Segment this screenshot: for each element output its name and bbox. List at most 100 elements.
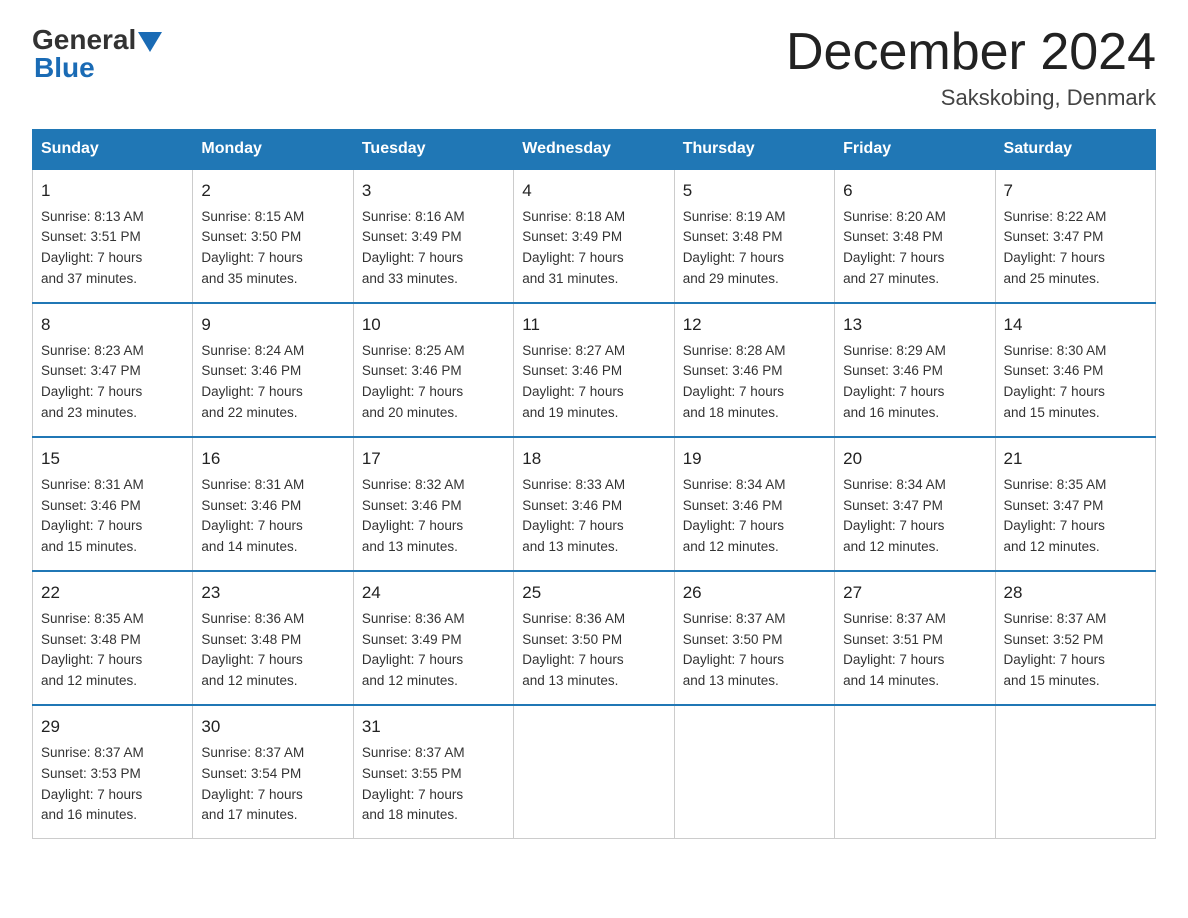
day-number: 25 [522,580,665,606]
day-cell: 7 Sunrise: 8:22 AMSunset: 3:47 PMDaylight… [995,169,1155,303]
day-cell: 18 Sunrise: 8:33 AMSunset: 3:46 PMDayligh… [514,437,674,571]
day-cell [995,705,1155,839]
day-cell: 5 Sunrise: 8:19 AMSunset: 3:48 PMDaylight… [674,169,834,303]
logo-triangle-icon [138,32,162,52]
day-info: Sunrise: 8:34 AMSunset: 3:47 PMDaylight:… [843,477,946,555]
day-cell: 2 Sunrise: 8:15 AMSunset: 3:50 PMDaylight… [193,169,353,303]
day-cell: 23Sunrise: 8:36 AMSunset: 3:48 PMDayligh… [193,571,353,705]
day-cell: 17 Sunrise: 8:32 AMSunset: 3:46 PMDayligh… [353,437,513,571]
day-number: 13 [843,312,986,338]
day-cell: 3 Sunrise: 8:16 AMSunset: 3:49 PMDaylight… [353,169,513,303]
week-row-1: 1 Sunrise: 8:13 AMSunset: 3:51 PMDaylight… [33,169,1156,303]
day-cell: 31 Sunrise: 8:37 AMSunset: 3:55 PMDayligh… [353,705,513,839]
day-info: Sunrise: 8:31 AMSunset: 3:46 PMDaylight:… [201,477,304,555]
day-cell: 1 Sunrise: 8:13 AMSunset: 3:51 PMDaylight… [33,169,193,303]
day-info: Sunrise: 8:13 AMSunset: 3:51 PMDaylight:… [41,209,144,287]
logo: General Blue [32,24,164,84]
day-number: 10 [362,312,505,338]
day-info: Sunrise: 8:23 AMSunset: 3:47 PMDaylight:… [41,343,144,421]
day-info: Sunrise: 8:30 AMSunset: 3:46 PMDaylight:… [1004,343,1107,421]
location: Sakskobing, Denmark [786,85,1156,111]
day-info: Sunrise: 8:34 AMSunset: 3:46 PMDaylight:… [683,477,786,555]
day-info: Sunrise: 8:37 AMSunset: 3:55 PMDaylight:… [362,745,465,823]
day-info: Sunrise: 8:35 AMSunset: 3:48 PMDaylight:… [41,611,144,689]
day-info: Sunrise: 8:18 AMSunset: 3:49 PMDaylight:… [522,209,625,287]
day-info: Sunrise: 8:31 AMSunset: 3:46 PMDaylight:… [41,477,144,555]
day-cell [835,705,995,839]
day-number: 29 [41,714,184,740]
day-number: 18 [522,446,665,472]
day-cell: 26Sunrise: 8:37 AMSunset: 3:50 PMDayligh… [674,571,834,705]
col-header-tuesday: Tuesday [353,130,513,170]
col-header-friday: Friday [835,130,995,170]
day-cell: 27Sunrise: 8:37 AMSunset: 3:51 PMDayligh… [835,571,995,705]
day-cell: 30Sunrise: 8:37 AMSunset: 3:54 PMDayligh… [193,705,353,839]
day-number: 31 [362,714,505,740]
day-info: Sunrise: 8:36 AMSunset: 3:50 PMDaylight:… [522,611,625,689]
day-cell: 4 Sunrise: 8:18 AMSunset: 3:49 PMDaylight… [514,169,674,303]
day-number: 6 [843,178,986,204]
title-block: December 2024 Sakskobing, Denmark [786,24,1156,111]
day-number: 5 [683,178,826,204]
day-cell: 16Sunrise: 8:31 AMSunset: 3:46 PMDayligh… [193,437,353,571]
col-header-saturday: Saturday [995,130,1155,170]
page-header: General Blue December 2024 Sakskobing, D… [32,24,1156,111]
day-info: Sunrise: 8:15 AMSunset: 3:50 PMDaylight:… [201,209,304,287]
col-header-wednesday: Wednesday [514,130,674,170]
day-cell: 6 Sunrise: 8:20 AMSunset: 3:48 PMDaylight… [835,169,995,303]
day-cell: 21Sunrise: 8:35 AMSunset: 3:47 PMDayligh… [995,437,1155,571]
day-info: Sunrise: 8:37 AMSunset: 3:51 PMDaylight:… [843,611,946,689]
day-cell: 13Sunrise: 8:29 AMSunset: 3:46 PMDayligh… [835,303,995,437]
day-cell: 25 Sunrise: 8:36 AMSunset: 3:50 PMDayligh… [514,571,674,705]
day-info: Sunrise: 8:20 AMSunset: 3:48 PMDaylight:… [843,209,946,287]
day-number: 17 [362,446,505,472]
day-number: 14 [1004,312,1147,338]
day-info: Sunrise: 8:28 AMSunset: 3:46 PMDaylight:… [683,343,786,421]
col-header-sunday: Sunday [33,130,193,170]
day-info: Sunrise: 8:16 AMSunset: 3:49 PMDaylight:… [362,209,465,287]
day-cell: 15Sunrise: 8:31 AMSunset: 3:46 PMDayligh… [33,437,193,571]
day-cell: 12 Sunrise: 8:28 AMSunset: 3:46 PMDayligh… [674,303,834,437]
day-number: 12 [683,312,826,338]
day-number: 7 [1004,178,1147,204]
calendar-table: SundayMondayTuesdayWednesdayThursdayFrid… [32,129,1156,839]
day-cell [674,705,834,839]
day-number: 23 [201,580,344,606]
day-number: 1 [41,178,184,204]
col-header-thursday: Thursday [674,130,834,170]
day-cell: 20 Sunrise: 8:34 AMSunset: 3:47 PMDayligh… [835,437,995,571]
day-info: Sunrise: 8:24 AMSunset: 3:46 PMDaylight:… [201,343,304,421]
day-info: Sunrise: 8:25 AMSunset: 3:46 PMDaylight:… [362,343,465,421]
day-cell: 24 Sunrise: 8:36 AMSunset: 3:49 PMDayligh… [353,571,513,705]
day-info: Sunrise: 8:37 AMSunset: 3:52 PMDaylight:… [1004,611,1107,689]
day-cell: 19 Sunrise: 8:34 AMSunset: 3:46 PMDayligh… [674,437,834,571]
day-number: 2 [201,178,344,204]
calendar-header-row: SundayMondayTuesdayWednesdayThursdayFrid… [33,130,1156,170]
day-number: 9 [201,312,344,338]
day-info: Sunrise: 8:27 AMSunset: 3:46 PMDaylight:… [522,343,625,421]
day-number: 3 [362,178,505,204]
day-number: 26 [683,580,826,606]
day-info: Sunrise: 8:33 AMSunset: 3:46 PMDaylight:… [522,477,625,555]
day-info: Sunrise: 8:37 AMSunset: 3:53 PMDaylight:… [41,745,144,823]
week-row-5: 29 Sunrise: 8:37 AMSunset: 3:53 PMDayligh… [33,705,1156,839]
day-info: Sunrise: 8:36 AMSunset: 3:49 PMDaylight:… [362,611,465,689]
day-number: 22 [41,580,184,606]
day-info: Sunrise: 8:22 AMSunset: 3:47 PMDaylight:… [1004,209,1107,287]
day-info: Sunrise: 8:19 AMSunset: 3:48 PMDaylight:… [683,209,786,287]
month-title: December 2024 [786,24,1156,81]
day-number: 24 [362,580,505,606]
logo-blue-text: Blue [34,52,95,84]
week-row-3: 15Sunrise: 8:31 AMSunset: 3:46 PMDayligh… [33,437,1156,571]
day-number: 20 [843,446,986,472]
col-header-monday: Monday [193,130,353,170]
day-number: 30 [201,714,344,740]
day-number: 4 [522,178,665,204]
day-cell: 8 Sunrise: 8:23 AMSunset: 3:47 PMDaylight… [33,303,193,437]
day-number: 19 [683,446,826,472]
day-number: 8 [41,312,184,338]
day-number: 11 [522,312,665,338]
day-cell: 11 Sunrise: 8:27 AMSunset: 3:46 PMDayligh… [514,303,674,437]
day-cell: 28Sunrise: 8:37 AMSunset: 3:52 PMDayligh… [995,571,1155,705]
day-info: Sunrise: 8:32 AMSunset: 3:46 PMDaylight:… [362,477,465,555]
